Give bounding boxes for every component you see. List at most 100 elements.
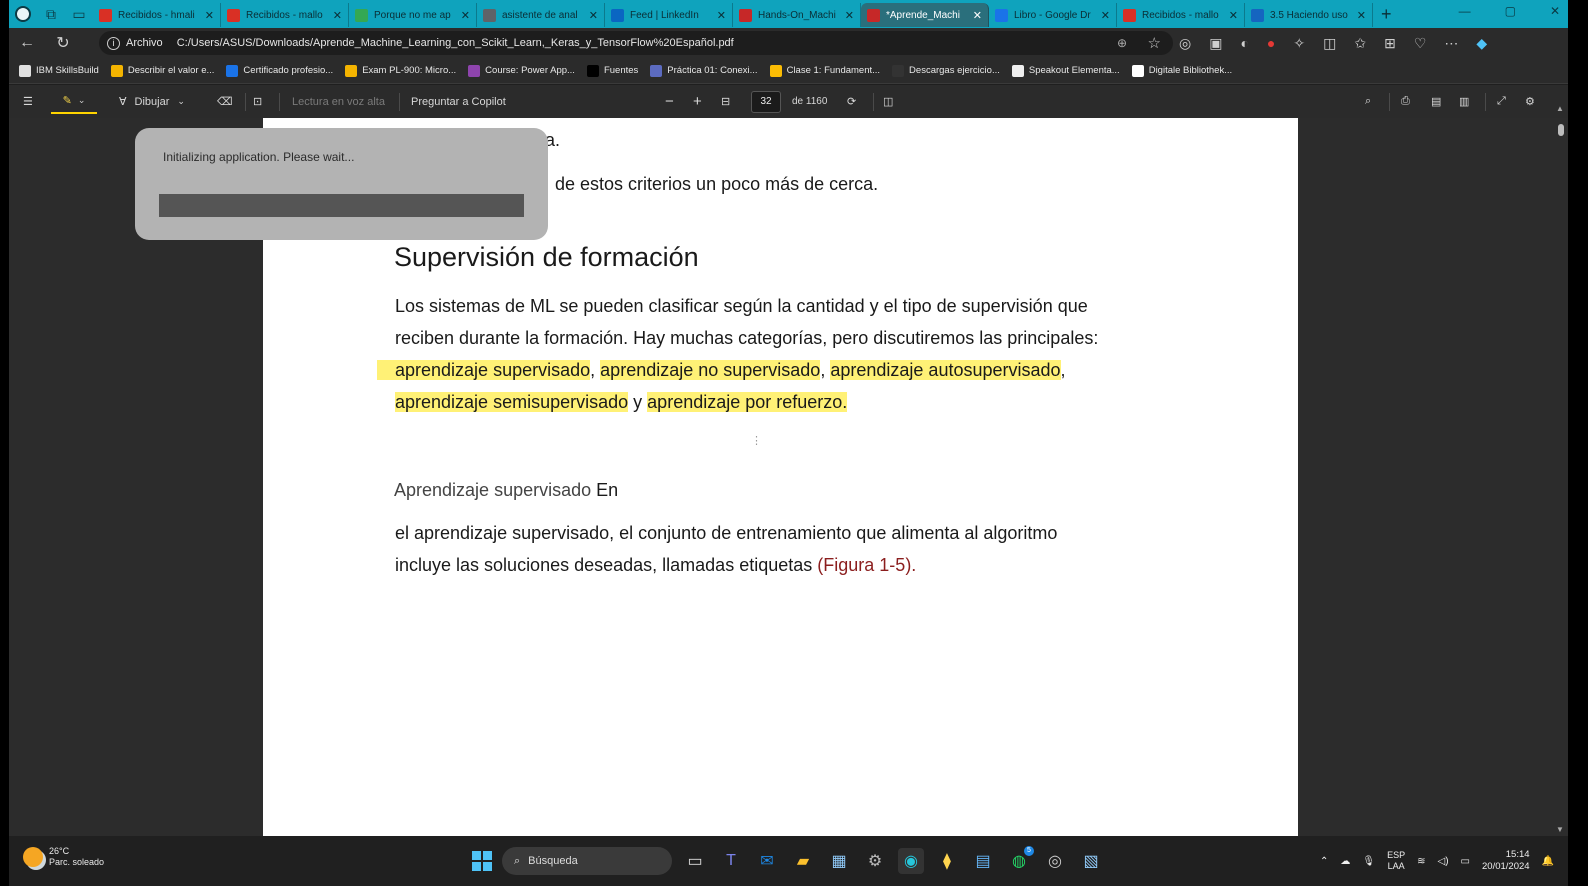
file-explorer-icon[interactable]: ▰ [790,848,816,874]
teams-icon[interactable]: T [718,848,744,874]
chrome-icon[interactable]: ◎ [1042,848,1068,874]
browser-tab[interactable]: Recibidos - mallo ✕ [1117,3,1245,27]
favorites-icon[interactable]: ✩ [1354,35,1366,52]
python-icon[interactable]: ⧫ [934,848,960,874]
site-info-icon[interactable]: i [107,36,120,50]
settings-app-icon[interactable]: ⚙ [862,848,888,874]
highlight-reinforcement[interactable]: aprendizaje por refuerzo. [647,392,848,412]
bookmark-item[interactable]: Course: Power App... [468,64,575,77]
language-indicator[interactable]: ESP LAA [1387,850,1405,872]
clock[interactable]: 15:14 20/01/2024 [1482,849,1530,873]
back-button[interactable]: ← [9,34,45,52]
close-window-button[interactable]: ✕ [1550,4,1560,18]
zoom-in-button[interactable]: + [693,85,702,118]
mail-icon[interactable]: ✉ [754,848,780,874]
bookmark-item[interactable]: Exam PL-900: Micro... [345,64,456,77]
notifications-bell-icon[interactable]: 🔔 [1542,856,1554,867]
reload-button[interactable]: ↻ [45,33,81,53]
bookmark-item[interactable]: Fuentes [586,64,638,77]
image-viewer-icon[interactable]: ▧ [1078,848,1104,874]
bookmark-item[interactable]: Speakout Elementa... [1011,64,1120,77]
split-screen-icon[interactable]: ◫ [1323,35,1336,52]
bookmark-item[interactable]: Clase 1: Fundament... [769,64,880,77]
highlight-button[interactable]: ✎ ⌄ [51,90,97,114]
profile-avatar[interactable] [9,0,37,28]
collections-icon[interactable]: ⊞ [1384,35,1396,52]
scroll-down-arrow-icon[interactable]: ▼ [1556,825,1564,834]
browser-tab[interactable]: 3.5 Haciendo uso ✕ [1245,3,1373,27]
tab-close-icon[interactable]: ✕ [589,9,598,22]
tab-close-icon[interactable]: ✕ [1101,9,1110,22]
browser-tab[interactable]: Recibidos - mallo ✕ [221,3,349,27]
highlight-supervised[interactable]: aprendizaje supervisado [377,360,591,380]
page-view-icon[interactable]: ◫ [883,85,893,118]
tab-close-icon[interactable]: ✕ [1229,9,1238,22]
browser-tab[interactable]: *Aprende_Machi ✕ [861,3,989,27]
bookmark-item[interactable]: Describir el valor e... [110,64,214,77]
figure-reference-link[interactable]: (Figura 1-5). [817,555,916,575]
text-box-icon[interactable]: ⊡ [253,85,262,118]
minimize-button[interactable]: — [1459,4,1471,18]
onedrive-icon[interactable]: ☁ [1340,856,1350,867]
extension-icon-1[interactable]: ◎ [1179,35,1191,52]
rotate-icon[interactable]: ⟳ [847,85,856,118]
scroll-up-arrow-icon[interactable]: ▲ [1556,104,1564,113]
browser-tab[interactable]: Libro - Google Dr ✕ [989,3,1117,27]
copilot-icon[interactable]: ◆ [1476,35,1487,52]
tab-close-icon[interactable]: ✕ [973,9,982,22]
browser-tab[interactable]: asistente de anal ✕ [477,3,605,27]
bookmark-item[interactable]: Certificado profesio... [226,64,333,77]
tab-close-icon[interactable]: ✕ [1357,9,1366,22]
favorite-star-icon[interactable]: ☆ [1148,34,1161,52]
bookmark-item[interactable]: Descargas ejercicio... [892,64,1000,77]
address-url[interactable]: C:/Users/ASUS/Downloads/Aprende_Machine_… [177,37,734,49]
windows-start-icon[interactable] [472,851,492,871]
tab-close-icon[interactable]: ✕ [461,9,470,22]
tab-close-icon[interactable]: ✕ [845,9,854,22]
settings-gear-icon[interactable]: ⚙ [1525,85,1535,118]
new-tab-button[interactable]: + [1381,4,1401,25]
bookmark-item[interactable]: IBM SkillsBuild [19,64,99,77]
highlight-self-supervised[interactable]: aprendizaje autosupervisado [830,360,1061,380]
fullscreen-icon[interactable]: ⤢ [1497,85,1506,118]
highlight-unsupervised[interactable]: aprendizaje no supervisado [600,360,821,380]
tab-close-icon[interactable]: ✕ [333,9,342,22]
search-icon[interactable]: ⌕ [1365,85,1371,118]
weather-widget[interactable]: 26°C Parc. soleado [23,846,104,868]
zoom-out-button[interactable]: − [665,85,674,118]
print-icon[interactable]: ⎙ [1401,85,1410,118]
fit-page-icon[interactable]: ⊟ [721,85,730,118]
bookmark-item[interactable]: Práctica 01: Conexi... [650,64,758,77]
more-options-icon[interactable]: ⋯ [1444,35,1458,52]
tab-close-icon[interactable]: ✕ [205,9,214,22]
page-number-input[interactable]: 32 [751,90,781,113]
draw-button[interactable]: ∀ Dibujar ⌄ [119,85,185,118]
taskbar-search[interactable]: ⌕ Búsqueda [502,847,672,875]
tab-actions-icon[interactable]: ▭ [65,0,93,28]
browser-tab[interactable]: Porque no me ap ✕ [349,3,477,27]
workspaces-icon[interactable]: ⧉ [37,0,65,28]
highlight-semisupervised[interactable]: aprendizaje semisupervisado [395,392,629,412]
browser-tab[interactable]: Hands-On_Machi ✕ [733,3,861,27]
store-icon[interactable]: ▦ [826,848,852,874]
zoom-icon[interactable]: ⊕ [1117,36,1127,50]
browser-tab[interactable]: Recibidos - hmali ✕ [93,3,221,27]
edge-icon[interactable]: ◉ [898,848,924,874]
task-view-icon[interactable]: ▭ [682,848,708,874]
scrollbar-thumb[interactable] [1558,124,1564,136]
contents-icon[interactable]: ☰ [23,85,33,118]
save-as-icon[interactable]: ▥ [1459,85,1469,118]
battery-icon[interactable]: ▭ [1461,856,1470,867]
volume-icon[interactable]: ◁) [1438,856,1449,867]
maximize-button[interactable]: ▢ [1505,4,1516,18]
microphone-icon[interactable]: 🎙 [1362,856,1375,867]
browser-essentials-icon[interactable]: ♡ [1414,35,1427,52]
save-icon[interactable]: ▤ [1431,85,1441,118]
bookmark-item[interactable]: Digitale Bibliothek... [1131,64,1232,77]
extension-icon-2[interactable]: ▣ [1209,35,1222,52]
tray-overflow-icon[interactable]: ⌃ [1320,856,1328,867]
ask-copilot-button[interactable]: Preguntar a Copilot [411,85,506,118]
extension-icon-3[interactable]: ◐ [1240,35,1248,51]
wifi-icon[interactable]: ≋ [1417,856,1425,867]
tab-close-icon[interactable]: ✕ [717,9,726,22]
